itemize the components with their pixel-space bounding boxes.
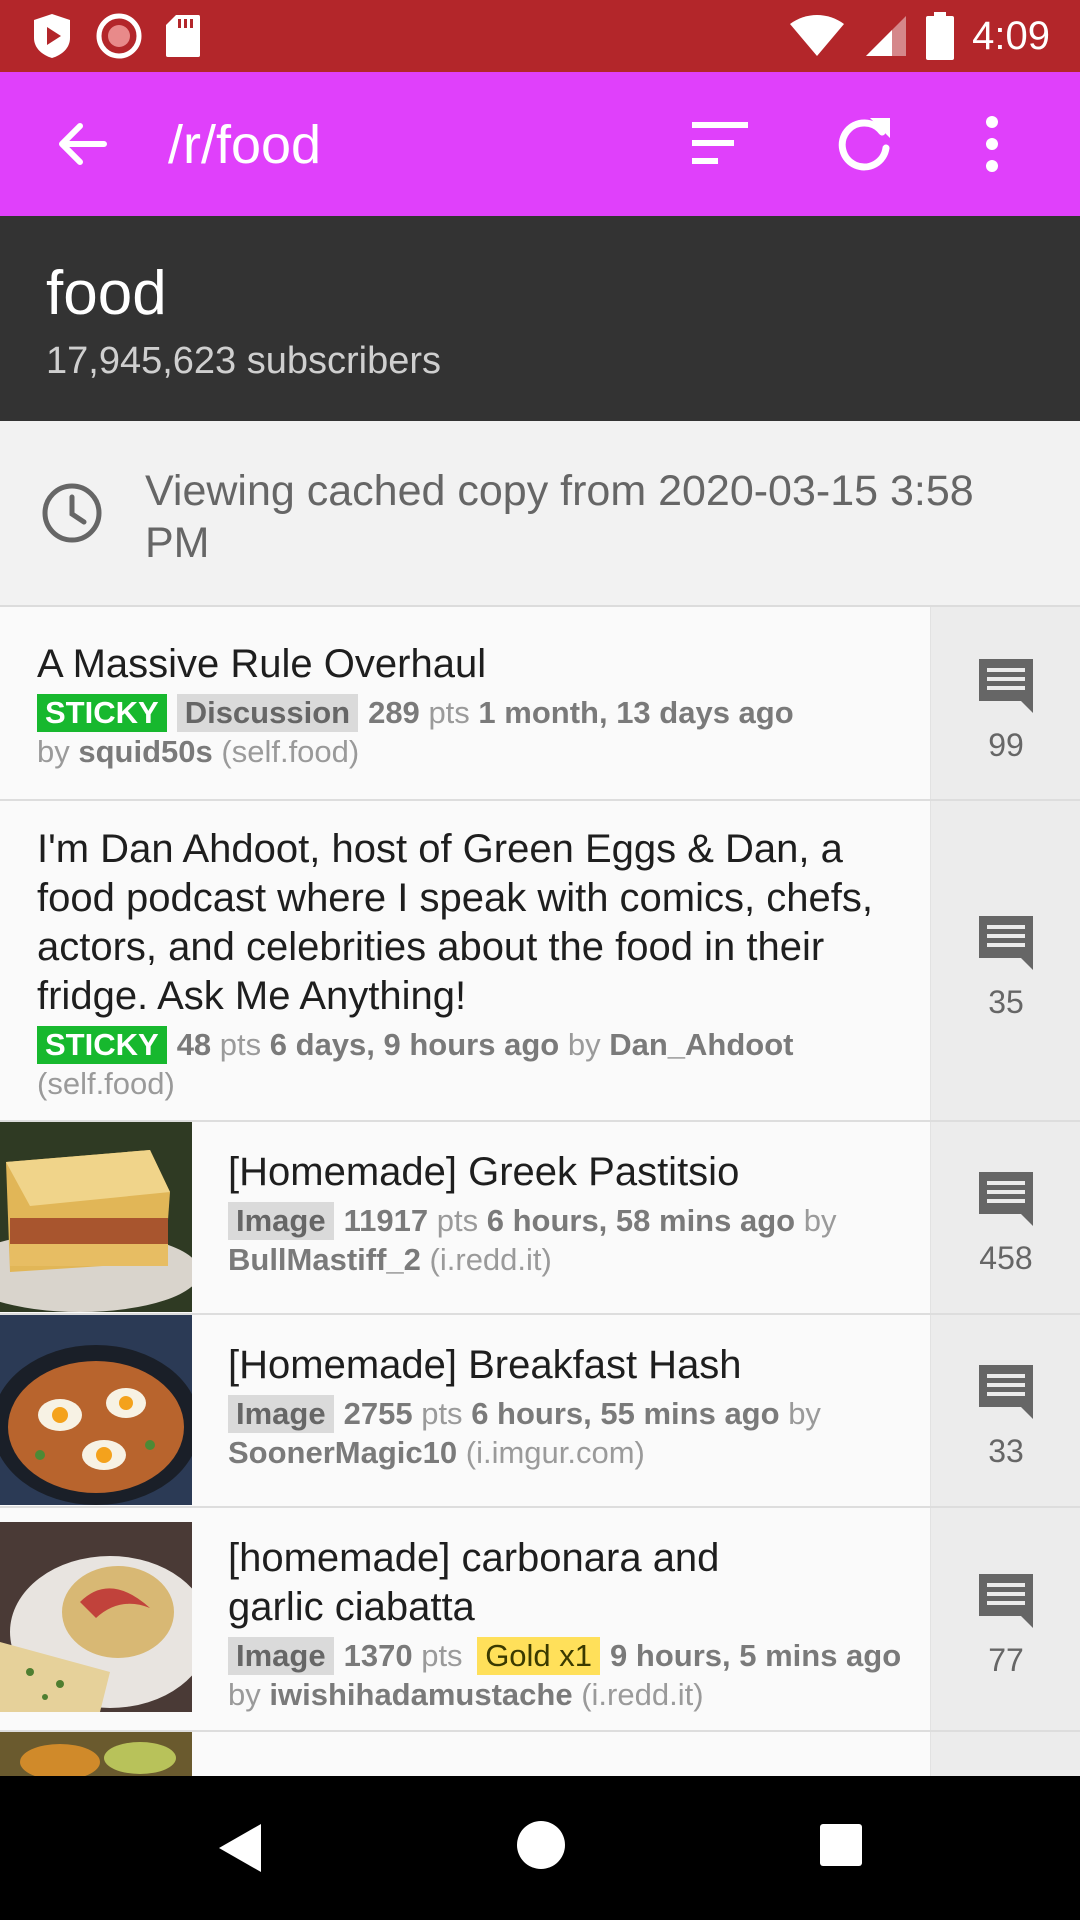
flair-badge: Image <box>228 1202 334 1240</box>
sticky-badge: STICKY <box>37 694 167 732</box>
comment-count: 99 <box>988 727 1024 763</box>
signal-icon <box>866 16 907 56</box>
post-item[interactable]: I'm Dan Ahdoot, host of Green Eggs & Dan… <box>0 801 1080 1122</box>
app-toolbar: /r/food <box>0 72 1080 216</box>
post-domain: (self.food) <box>37 1066 175 1101</box>
comment-count: 458 <box>979 1240 1033 1276</box>
post-title: A Massive Rule Overhaul <box>37 642 487 686</box>
points-label: pts <box>421 1396 463 1431</box>
post-thumbnail[interactable] <box>0 1522 192 1712</box>
battery-icon <box>926 12 955 60</box>
comment-count: 77 <box>988 1642 1024 1678</box>
home-circle-icon[interactable] <box>516 1820 566 1870</box>
comment-count: 35 <box>988 984 1024 1020</box>
post-author: BullMastiff_2 <box>228 1242 421 1277</box>
partial-food-image <box>0 1732 192 1776</box>
post-points: 289 <box>368 695 420 730</box>
comment-icon <box>979 659 1033 713</box>
points-label: pts <box>436 1203 479 1238</box>
carbonara-image <box>0 1522 192 1712</box>
sd-card-icon <box>166 15 200 57</box>
breakfast-hash-image <box>0 1315 192 1505</box>
post-meta: Image 11917 pts 6 hours, 58 mins ago by B… <box>228 1201 930 1279</box>
flair-badge: Discussion <box>176 694 359 732</box>
post-title: [Homemade] Greek Pastitsio <box>228 1150 740 1194</box>
play-shield-icon <box>34 14 70 58</box>
back-arrow-icon[interactable] <box>50 112 114 176</box>
post-item[interactable]: [homemade] carbonara and garlic ciabatta… <box>0 1508 1080 1732</box>
gold-badge: Gold x1 <box>477 1637 601 1675</box>
flair-badge: Image <box>228 1395 334 1433</box>
comments-button[interactable]: 458 <box>930 1122 1080 1313</box>
subreddit-name: food <box>46 259 167 328</box>
clock-icon <box>42 483 102 543</box>
pastitsio-image <box>0 1122 192 1312</box>
post-age: 9 hours, 5 mins ago <box>610 1638 902 1673</box>
post-author: SoonerMagic10 <box>228 1435 458 1470</box>
comments-button[interactable]: 33 <box>930 1315 1080 1506</box>
points-label: pts <box>428 695 470 730</box>
back-triangle-icon[interactable] <box>215 1820 265 1876</box>
post-thumbnail[interactable] <box>0 1122 192 1312</box>
comment-icon <box>979 1574 1033 1628</box>
record-icon <box>96 13 142 59</box>
post-item[interactable]: A Massive Rule Overhaul STICKY Discussion… <box>0 607 1080 801</box>
post-thumbnail[interactable] <box>0 1315 192 1505</box>
comment-icon <box>979 916 1033 970</box>
post-domain: (i.redd.it) <box>429 1242 552 1277</box>
comments-button[interactable]: 77 <box>930 1508 1080 1730</box>
wifi-icon <box>790 15 845 56</box>
post-age: 1 month, 13 days ago <box>478 695 794 730</box>
post-meta: Image 2755 pts 6 hours, 55 mins ago by So… <box>228 1394 930 1472</box>
by-label: by <box>788 1396 821 1431</box>
points-label: pts <box>421 1638 463 1673</box>
post-title: [homemade] carbonara and garlic ciabatta <box>228 1536 720 1629</box>
subreddit-header: food 17,945,623 subscribers <box>0 216 1080 421</box>
post-points: 11917 <box>343 1203 429 1238</box>
points-label: pts <box>219 1027 262 1062</box>
status-bar: 4:09 <box>0 0 1080 72</box>
by-label: by <box>228 1677 261 1712</box>
sticky-badge: STICKY <box>37 1026 167 1064</box>
comment-icon <box>979 1365 1033 1419</box>
more-vert-icon[interactable] <box>980 112 1004 176</box>
by-label: by <box>37 734 70 769</box>
post-title: [Homemade] Breakfast Hash <box>228 1343 742 1387</box>
post-author: iwishihadamustache <box>269 1677 573 1712</box>
by-label: by <box>567 1027 601 1062</box>
post-title: I'm Dan Ahdoot, host of Green Eggs & Dan… <box>37 827 873 1018</box>
comment-count: 33 <box>988 1433 1024 1469</box>
post-item[interactable]: [Homemade] Breakfast Hash Image 2755 pts … <box>0 1315 1080 1508</box>
subscriber-count: 17,945,623 subscribers <box>46 340 442 382</box>
post-age: 6 hours, 58 mins ago <box>486 1203 796 1238</box>
system-nav-bar <box>0 1776 1080 1920</box>
post-author: Dan_Ahdoot <box>609 1027 794 1062</box>
post-meta: STICKY 48 pts 6 days, 9 hours ago by Dan_… <box>37 1025 930 1103</box>
post-thumbnail[interactable] <box>0 1732 192 1776</box>
cached-copy-text: Viewing cached copy from 2020-03-15 3:58… <box>145 467 974 567</box>
recents-square-icon[interactable] <box>818 1822 864 1868</box>
comment-icon <box>979 1172 1033 1226</box>
post-item[interactable]: [Homemade] Greek Pastitsio Image 11917 pt… <box>0 1122 1080 1315</box>
post-points: 1370 <box>343 1638 413 1673</box>
post-domain: (i.redd.it) <box>581 1677 704 1712</box>
post-age: 6 days, 9 hours ago <box>269 1027 560 1062</box>
comments-button[interactable]: 99 <box>930 607 1080 799</box>
post-age: 6 hours, 55 mins ago <box>471 1396 780 1431</box>
flair-badge: Image <box>228 1637 334 1675</box>
clock: 4:09 <box>972 13 1050 58</box>
by-label: by <box>803 1203 837 1238</box>
post-points: 48 <box>176 1027 212 1062</box>
page-title: /r/food <box>168 115 322 175</box>
post-meta: Image 1370 pts Gold x1 9 hours, 5 mins ago… <box>228 1636 930 1714</box>
post-author: squid50s <box>78 734 213 769</box>
refresh-icon[interactable] <box>832 112 896 176</box>
comments-button[interactable]: 35 <box>930 801 1080 1120</box>
post-points: 2755 <box>343 1396 413 1431</box>
post-meta: STICKY Discussion 289 pts 1 month, 13 days… <box>37 693 930 771</box>
sort-icon[interactable] <box>688 116 752 172</box>
post-domain: (self.food) <box>221 734 360 769</box>
post-domain: (i.imgur.com) <box>465 1435 645 1470</box>
cached-copy-notice: Viewing cached copy from 2020-03-15 3:58… <box>0 421 1080 607</box>
